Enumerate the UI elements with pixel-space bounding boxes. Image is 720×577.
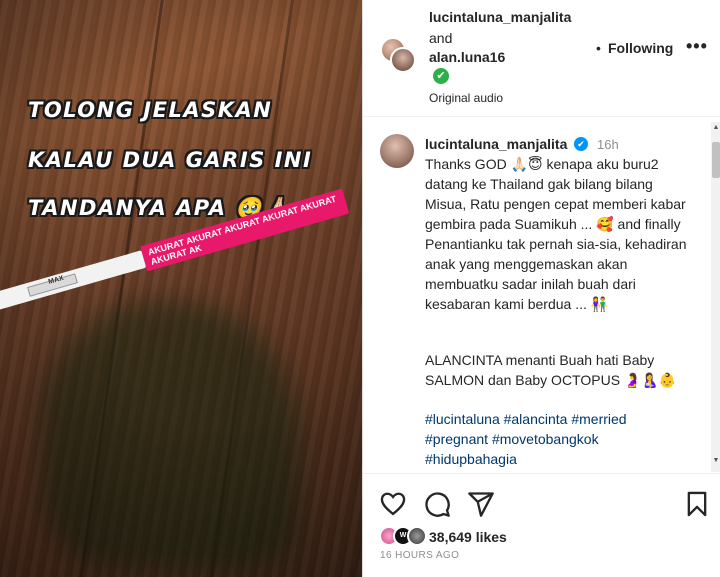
overlay-text-line: KALAU DUA GARIS INI: [28, 148, 313, 172]
scrollbar[interactable]: ▲ ▼: [711, 122, 720, 472]
following-button[interactable]: Following: [608, 40, 673, 56]
verified-badge-icon: ✔: [433, 68, 449, 84]
post-age[interactable]: 16 HOURS AGO: [380, 550, 459, 561]
separator-dot: •: [596, 40, 601, 56]
action-bar: W 38,649 likes 16 HOURS AGO: [363, 473, 720, 577]
verified-badge-icon: ✔: [574, 137, 588, 151]
avatar[interactable]: [380, 134, 414, 168]
caption-username-link[interactable]: lucintaluna_manjalita: [425, 136, 567, 152]
post-header: lucintaluna_manjalita and alan.luna16 ✔ …: [363, 0, 720, 117]
caption-hashtags[interactable]: #lucintaluna #alancinta #merried #pregna…: [425, 409, 691, 469]
more-options-icon[interactable]: •••: [686, 36, 708, 57]
collab-avatars[interactable]: [380, 37, 416, 73]
original-audio-link[interactable]: Original audio: [429, 91, 503, 105]
liker-avatar[interactable]: [407, 526, 427, 546]
caption-text: Thanks GOD 🙏🏻😇 kenapa aku buru2 datang k…: [425, 156, 687, 312]
comment-icon[interactable]: [423, 490, 451, 518]
scroll-up-arrow-icon[interactable]: ▲: [711, 124, 720, 131]
post-media[interactable]: TOLONG JELASKAN KALAU DUA GARIS INI TAND…: [0, 0, 362, 577]
collaborator-username-link[interactable]: alan.luna16: [429, 49, 505, 65]
caption-section: lucintaluna_manjalita ✔ 16h Thanks GOD 🙏…: [363, 118, 713, 473]
overlay-text-line: TOLONG JELASKAN: [28, 98, 273, 122]
scroll-down-arrow-icon[interactable]: ▼: [711, 457, 720, 464]
bookmark-icon[interactable]: [683, 490, 711, 518]
heart-icon[interactable]: [379, 490, 407, 518]
share-icon[interactable]: [467, 490, 495, 518]
likes-count[interactable]: 38,649 likes: [429, 529, 507, 545]
post-details-panel: lucintaluna_manjalita and alan.luna16 ✔ …: [362, 0, 720, 577]
caption-timestamp[interactable]: 16h: [597, 137, 619, 152]
and-text: and: [429, 30, 453, 46]
caption-text: ALANCINTA menanti Buah hati Baby SALMON …: [425, 352, 677, 388]
scrollbar-thumb[interactable]: [712, 142, 720, 178]
author-username-link[interactable]: lucintaluna_manjalita: [429, 9, 571, 25]
avatar[interactable]: [390, 47, 416, 73]
